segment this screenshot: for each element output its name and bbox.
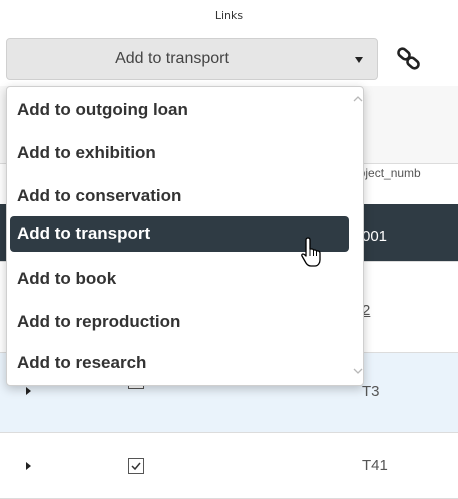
row-checkbox[interactable]: [128, 458, 144, 474]
select-current-value: Add to transport: [115, 50, 229, 67]
expand-row-icon[interactable]: [26, 462, 31, 470]
table-row[interactable]: T41: [0, 433, 458, 499]
scroll-up-icon[interactable]: [353, 95, 363, 103]
dropdown-item-transport[interactable]: Add to transport: [10, 216, 349, 252]
link-chain-icon[interactable]: [392, 42, 426, 76]
panel-title: Links: [214, 9, 244, 22]
checkmark-icon: [131, 462, 141, 471]
object-number-cell: T41: [362, 457, 388, 474]
dropdown-item-research[interactable]: Add to research: [10, 345, 349, 381]
object-number-cell: 001: [362, 228, 388, 245]
dropdown-item-book[interactable]: Add to book: [10, 261, 349, 297]
dropdown-item-outgoing-loan[interactable]: Add to outgoing loan: [10, 92, 349, 128]
link-type-select[interactable]: Add to transport: [6, 38, 378, 80]
scroll-down-icon[interactable]: [353, 367, 363, 375]
dropdown-item-exhibition[interactable]: Add to exhibition: [10, 135, 349, 171]
expand-row-icon[interactable]: [26, 387, 31, 395]
links-panel: Links Add to transport object_numb 001 2…: [0, 0, 458, 499]
caret-down-icon[interactable]: [355, 57, 363, 63]
dropdown-item-reproduction[interactable]: Add to reproduction: [10, 304, 349, 340]
mouse-pointer-icon: [301, 237, 321, 267]
object-number-cell: T3: [362, 383, 380, 400]
dropdown-item-conservation[interactable]: Add to conservation: [10, 178, 349, 214]
